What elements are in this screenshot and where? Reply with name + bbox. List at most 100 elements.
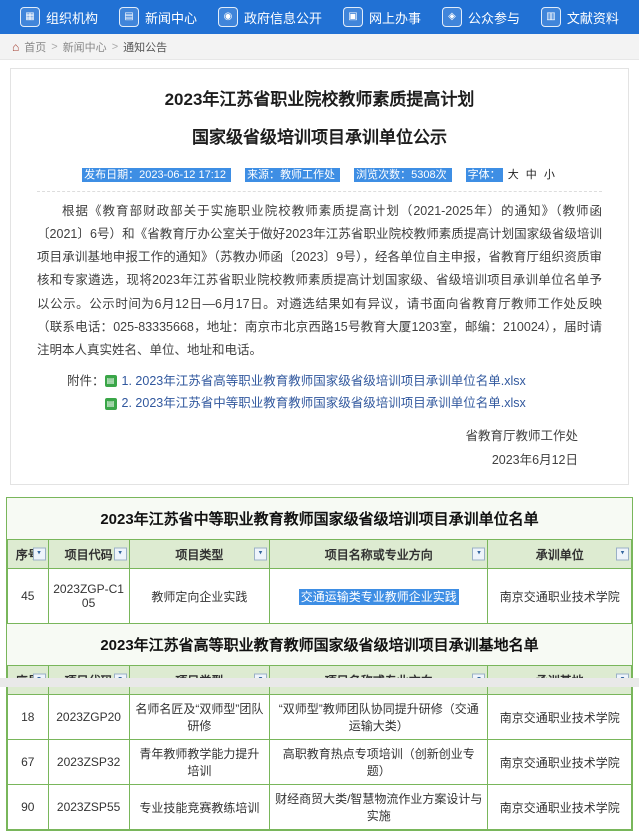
filter-dropdown-icon[interactable]: ▾ bbox=[616, 548, 629, 561]
nav-label-organization: 组织机构 bbox=[46, 8, 98, 27]
table-row: 18 2023ZGP20 名师名匠及“双师型”团队研修 “双师型”教师团队协同提… bbox=[8, 695, 632, 740]
attachment-text-2: 2. 2023年江苏省中等职业教育教师国家级省级培训项目承训单位名单.xlsx bbox=[122, 392, 526, 415]
breadcrumb-news-center[interactable]: 新闻中心 bbox=[63, 39, 107, 55]
cell-project-type: 青年教师教学能力提升培训 bbox=[129, 740, 269, 785]
cell-serial: 90 bbox=[8, 785, 49, 830]
attachments-block: 附件： ▤ 1. 2023年江苏省高等职业教育教师国家级省级培训项目承训单位名单… bbox=[67, 370, 602, 415]
view-count-value: 5308次 bbox=[411, 169, 446, 181]
nav-label-public-participation: 公众参与 bbox=[468, 8, 520, 27]
nav-label-online-services: 网上办事 bbox=[369, 8, 421, 27]
secondary-table-title: 2023年江苏省中等职业教育教师国家级省级培训项目承训单位名单 bbox=[7, 498, 632, 539]
cell-project-name: 高职教育热点专项培训（创新创业专题） bbox=[270, 740, 488, 785]
breadcrumb: ⌂ 首页 > 新闻中心 > 通知公告 bbox=[0, 34, 639, 60]
cell-training-base: 南京交通职业技术学院 bbox=[488, 785, 632, 830]
cell-project-type: 专业技能竞赛教练培训 bbox=[129, 785, 269, 830]
header-label: 项目类型 bbox=[175, 548, 223, 562]
cell-training-unit: 南京交通职业技术学院 bbox=[488, 569, 632, 624]
news-icon: ▤ bbox=[119, 7, 139, 27]
breadcrumb-current: 通知公告 bbox=[123, 39, 167, 55]
table-row: 45 2023ZGP-C105 教师定向企业实践 交通运输类专业教师企业实践 南… bbox=[8, 569, 632, 624]
font-size-medium[interactable]: 中 bbox=[526, 169, 537, 181]
source-value: 教师工作处 bbox=[280, 169, 335, 181]
table-header-row: 序号▾ 项目代码▾ 项目类型▾ 项目名称或专业方向▾ 承训单位▾ bbox=[8, 540, 632, 569]
font-size-control: 字体： 大 中 小 bbox=[466, 169, 557, 181]
font-size-label: 字体： bbox=[466, 168, 503, 182]
cell-training-base: 南京交通职业技术学院 bbox=[488, 695, 632, 740]
header-project-name: 项目名称或专业方向 ▾ bbox=[270, 540, 488, 569]
filter-dropdown-icon[interactable]: ▾ bbox=[254, 548, 267, 561]
publish-date-value: 2023-06-12 17:12 bbox=[139, 169, 226, 181]
nav-item-gov-info[interactable]: ◉ 政府信息公开 bbox=[218, 7, 322, 27]
excel-file-icon: ▤ bbox=[105, 375, 117, 387]
header-label: 承训单位 bbox=[536, 548, 584, 562]
filter-dropdown-icon[interactable]: ▾ bbox=[114, 548, 127, 561]
font-size-small[interactable]: 小 bbox=[544, 169, 555, 181]
breadcrumb-separator: > bbox=[112, 41, 118, 53]
nav-item-online-services[interactable]: ▣ 网上办事 bbox=[343, 7, 421, 27]
cell-serial: 67 bbox=[8, 740, 49, 785]
cell-project-code: 2023ZSP32 bbox=[48, 740, 129, 785]
participation-icon: ◈ bbox=[442, 7, 462, 27]
signature-block: 省教育厅教师工作处 2023年6月12日 bbox=[37, 425, 578, 473]
publish-date-label: 发布日期： bbox=[84, 169, 139, 181]
organization-icon: ▦ bbox=[20, 7, 40, 27]
page-title-line2: 国家级省级培训项目承训单位公示 bbox=[37, 125, 602, 151]
page-bottom-strip bbox=[0, 678, 639, 687]
filter-dropdown-icon[interactable]: ▾ bbox=[33, 548, 46, 561]
cell-project-code: 2023ZGP20 bbox=[48, 695, 129, 740]
breadcrumb-separator: > bbox=[51, 41, 57, 53]
home-icon: ⌂ bbox=[12, 40, 19, 54]
article-meta: 发布日期：2023-06-12 17:12 来源：教师工作处 浏览次数：5308… bbox=[37, 166, 602, 192]
selected-text: 交通运输类专业教师企业实践 bbox=[299, 589, 459, 605]
header-project-code: 项目代码▾ bbox=[48, 540, 129, 569]
nav-item-public-participation[interactable]: ◈ 公众参与 bbox=[442, 7, 520, 27]
article-paragraph: 根据《教育部财政部关于实施职业院校教师素质提高计划（2021-2025年）的通知… bbox=[37, 200, 602, 362]
nav-label-gov-info: 政府信息公开 bbox=[244, 8, 322, 27]
attachment-link-2[interactable]: ▤ 2. 2023年江苏省中等职业教育教师国家级省级培训项目承训单位名单.xls… bbox=[105, 392, 526, 415]
top-nav: ▦ 组织机构 ▤ 新闻中心 ◉ 政府信息公开 ▣ 网上办事 ◈ 公众参与 ▥ 文… bbox=[0, 0, 639, 34]
article-panel: 2023年江苏省职业院校教师素质提高计划 国家级省级培训项目承训单位公示 发布日… bbox=[10, 68, 629, 485]
cell-project-name: “双师型”教师团队协同提升研修（交通运输大类） bbox=[270, 695, 488, 740]
table-row: 90 2023ZSP55 专业技能竞赛教练培训 财经商贸大类/智慧物流作业方案设… bbox=[8, 785, 632, 830]
nav-label-news-center: 新闻中心 bbox=[145, 8, 197, 27]
header-label: 项目名称或专业方向 bbox=[325, 548, 433, 562]
documents-icon: ▥ bbox=[541, 7, 561, 27]
cell-project-type: 教师定向企业实践 bbox=[129, 569, 269, 624]
cell-project-type: 名师名匠及“双师型”团队研修 bbox=[129, 695, 269, 740]
cell-training-base: 南京交通职业技术学院 bbox=[488, 740, 632, 785]
publish-date: 发布日期：2023-06-12 17:12 bbox=[82, 168, 231, 182]
breadcrumb-home[interactable]: 首页 bbox=[24, 39, 46, 55]
nav-item-organization[interactable]: ▦ 组织机构 bbox=[20, 7, 98, 27]
signature-org: 省教育厅教师工作处 bbox=[37, 425, 578, 449]
nav-item-news-center[interactable]: ▤ 新闻中心 bbox=[119, 7, 197, 27]
attachments-label: 附件： bbox=[67, 370, 105, 415]
source: 来源：教师工作处 bbox=[245, 168, 340, 182]
filter-dropdown-icon[interactable]: ▾ bbox=[472, 548, 485, 561]
cell-serial: 45 bbox=[8, 569, 49, 624]
signature-date: 2023年6月12日 bbox=[37, 449, 578, 473]
cell-project-code: 2023ZSP55 bbox=[48, 785, 129, 830]
nav-label-documents: 文献资料 bbox=[567, 8, 619, 27]
tables-section: 2023年江苏省中等职业教育教师国家级省级培训项目承训单位名单 序号▾ 项目代码… bbox=[6, 497, 633, 831]
cell-project-name: 交通运输类专业教师企业实践 bbox=[270, 569, 488, 624]
page-title-line1: 2023年江苏省职业院校教师素质提高计划 bbox=[37, 87, 602, 113]
nav-item-documents[interactable]: ▥ 文献资料 bbox=[541, 7, 619, 27]
cell-project-name: 财经商贸大类/智慧物流作业方案设计与实施 bbox=[270, 785, 488, 830]
info-disclosure-icon: ◉ bbox=[218, 7, 238, 27]
table-row: 67 2023ZSP32 青年教师教学能力提升培训 高职教育热点专项培训（创新创… bbox=[8, 740, 632, 785]
header-label: 项目代码 bbox=[65, 548, 113, 562]
font-size-large[interactable]: 大 bbox=[508, 169, 519, 181]
header-training-unit: 承训单位 ▾ bbox=[488, 540, 632, 569]
secondary-vocational-table: 序号▾ 项目代码▾ 项目类型▾ 项目名称或专业方向▾ 承训单位▾ 45 2023… bbox=[7, 539, 632, 624]
source-label: 来源： bbox=[247, 169, 280, 181]
online-services-icon: ▣ bbox=[343, 7, 363, 27]
cell-project-code: 2023ZGP-C105 bbox=[48, 569, 129, 624]
view-count-label: 浏览次数： bbox=[356, 169, 411, 181]
header-project-type: 项目类型 ▾ bbox=[129, 540, 269, 569]
higher-table-title: 2023年江苏省高等职业教育教师国家级省级培训项目承训基地名单 bbox=[7, 624, 632, 665]
cell-serial: 18 bbox=[8, 695, 49, 740]
excel-file-icon: ▤ bbox=[105, 398, 117, 410]
attachment-link-1[interactable]: ▤ 1. 2023年江苏省高等职业教育教师国家级省级培训项目承训单位名单.xls… bbox=[105, 370, 526, 393]
header-serial: 序号▾ bbox=[8, 540, 49, 569]
view-count: 浏览次数：5308次 bbox=[354, 168, 452, 182]
